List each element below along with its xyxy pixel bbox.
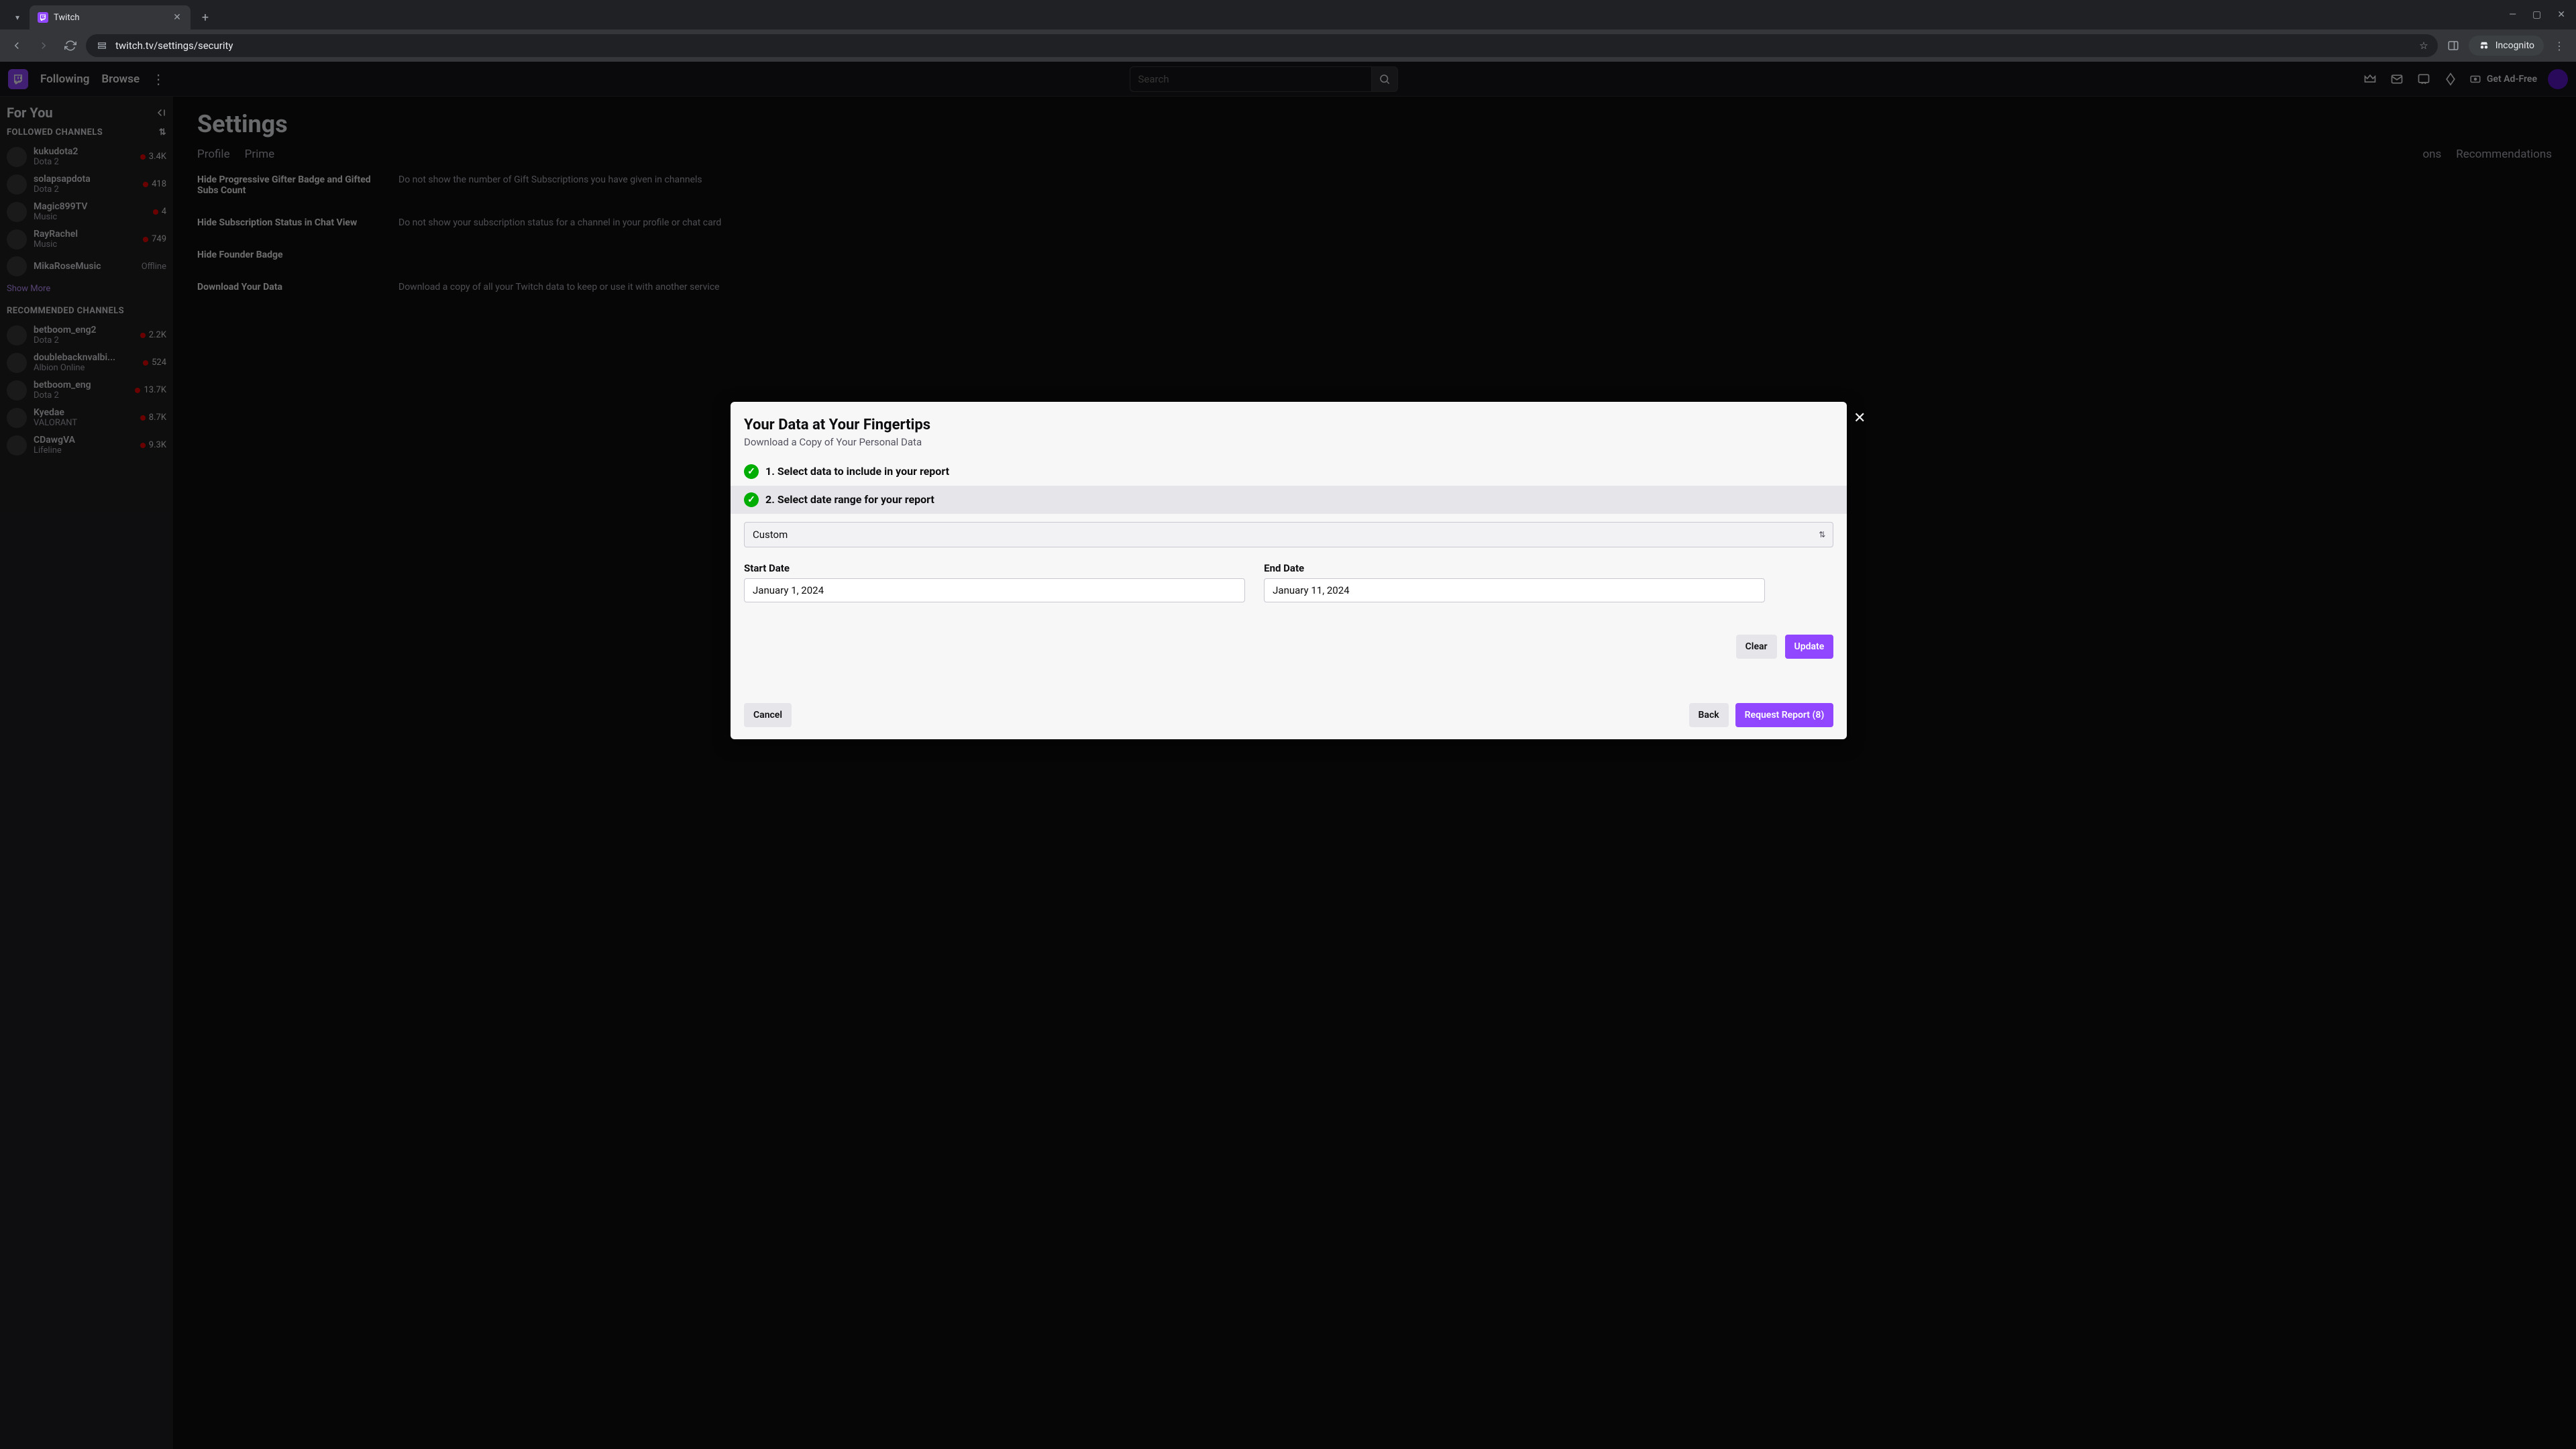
end-date-input[interactable]	[1264, 578, 1765, 602]
modal-subtitle: Download a Copy of Your Personal Data	[744, 436, 1833, 448]
update-button[interactable]: Update	[1785, 635, 1834, 659]
back-button[interactable]	[5, 34, 28, 57]
address-bar[interactable]: twitch.tv/settings/security ☆	[86, 34, 2438, 57]
modal-close-icon[interactable]: ✕	[1849, 409, 1870, 429]
active-tab[interactable]: Twitch ✕	[30, 5, 191, 30]
start-date-input[interactable]	[744, 578, 1245, 602]
reload-button[interactable]	[59, 34, 82, 57]
incognito-icon	[2478, 40, 2490, 52]
side-panel-icon[interactable]	[2442, 34, 2465, 57]
start-date-label: Start Date	[744, 562, 1245, 574]
tab-close-icon[interactable]: ✕	[172, 12, 182, 23]
url-text: twitch.tv/settings/security	[115, 40, 2412, 52]
window-minimize-icon[interactable]: —	[2509, 9, 2516, 20]
cancel-button[interactable]: Cancel	[744, 703, 792, 727]
modal-backdrop[interactable]	[0, 62, 2576, 1449]
site-settings-icon[interactable]	[95, 39, 109, 52]
window-close-icon[interactable]: ✕	[2557, 9, 2565, 20]
check-icon: ✓	[744, 492, 759, 507]
request-report-button[interactable]: Request Report (8)	[1735, 703, 1834, 727]
download-data-modal: ✕ Your Data at Your Fingertips Download …	[731, 402, 1847, 739]
modal-title: Your Data at Your Fingertips	[744, 417, 1833, 433]
step-2[interactable]: ✓ 2. Select date range for your report	[731, 486, 1847, 514]
window-maximize-icon[interactable]: ▢	[2532, 9, 2541, 20]
incognito-indicator[interactable]: Incognito	[2469, 36, 2544, 56]
end-date-label: End Date	[1264, 562, 1765, 574]
tab-list-dropdown[interactable]: ▾	[5, 5, 30, 30]
bookmark-icon[interactable]: ☆	[2419, 40, 2428, 52]
date-range-select[interactable]: Custom	[744, 522, 1833, 547]
incognito-label: Incognito	[2496, 40, 2534, 51]
forward-button[interactable]	[32, 34, 55, 57]
step-1[interactable]: ✓ 1. Select data to include in your repo…	[744, 458, 1833, 486]
tab-title: Twitch	[54, 13, 166, 23]
new-tab-button[interactable]: +	[196, 8, 215, 27]
browser-menu-icon[interactable]: ⋮	[2548, 34, 2571, 57]
back-button[interactable]: Back	[1689, 703, 1729, 727]
twitch-favicon	[38, 12, 48, 23]
check-icon: ✓	[744, 464, 759, 479]
step-2-label: 2. Select date range for your report	[765, 493, 934, 506]
step-1-label: 1. Select data to include in your report	[765, 465, 949, 478]
clear-button[interactable]: Clear	[1736, 635, 1777, 659]
